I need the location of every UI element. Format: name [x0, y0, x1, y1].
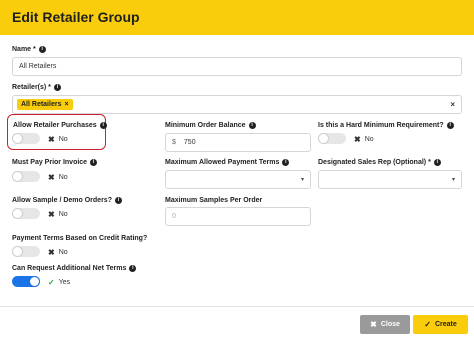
- highlight-box: [7, 114, 106, 150]
- dialog-header: Edit Retailer Group: [0, 0, 474, 35]
- x-icon: ✖: [354, 135, 361, 144]
- allow-sample-orders-state: ✖ No: [48, 210, 68, 219]
- dialog-title: Edit Retailer Group: [12, 9, 140, 25]
- name-input[interactable]: All Retailers: [12, 57, 462, 76]
- info-icon: i: [129, 265, 137, 272]
- payment-terms-credit-state: ✖ No: [48, 248, 68, 257]
- check-icon: ✓: [48, 278, 55, 287]
- hard-minimum-label: Is this a Hard Minimum Requirement? i: [318, 122, 454, 129]
- allow-retailer-purchases-toggle[interactable]: [12, 133, 40, 144]
- chevron-down-icon: ▾: [300, 177, 304, 183]
- footer-divider: [0, 306, 474, 307]
- create-button[interactable]: ✓ Create: [413, 315, 468, 334]
- retailers-label: Retailer(s) * i: [12, 84, 61, 91]
- additional-net-terms-label: Can Request Additional Net Terms i: [12, 265, 137, 272]
- x-icon: ✖: [48, 135, 55, 144]
- info-icon: i: [433, 159, 441, 166]
- must-pay-prior-invoice-toggle[interactable]: [12, 171, 40, 182]
- minimum-order-balance-input[interactable]: $ 750: [165, 133, 311, 152]
- payment-terms-credit-label: Payment Terms Based on Credit Rating?: [12, 235, 148, 242]
- additional-net-terms-state: ✓ Yes: [48, 278, 71, 287]
- max-samples-input[interactable]: 0: [165, 207, 311, 226]
- clear-selection-icon[interactable]: ×: [450, 100, 455, 109]
- must-pay-prior-invoice-state: ✖ No: [48, 173, 68, 182]
- allow-retailer-purchases-label: Allow Retailer Purchases i: [13, 122, 107, 129]
- additional-net-terms-toggle[interactable]: [12, 276, 40, 287]
- info-icon: i: [53, 84, 61, 91]
- name-label: Name * i: [12, 46, 46, 53]
- minimum-order-balance-label: Minimum Order Balance i: [165, 122, 256, 129]
- hard-minimum-toggle[interactable]: [318, 133, 346, 144]
- remove-tag-icon[interactable]: ×: [64, 101, 68, 108]
- max-samples-label: Maximum Samples Per Order: [165, 197, 263, 204]
- info-icon: i: [114, 197, 122, 204]
- info-icon: i: [99, 122, 107, 129]
- payment-terms-credit-toggle[interactable]: [12, 246, 40, 257]
- retailers-select[interactable]: All Retailers × ×: [12, 95, 462, 114]
- allow-sample-orders-toggle[interactable]: [12, 208, 40, 219]
- info-icon: i: [446, 122, 454, 129]
- currency-symbol: $: [172, 139, 176, 146]
- must-pay-prior-invoice-label: Must Pay Prior Invoice i: [12, 159, 98, 166]
- info-icon: i: [38, 46, 46, 53]
- x-icon: ✖: [48, 173, 55, 182]
- chevron-down-icon: ▾: [451, 177, 455, 183]
- allow-sample-orders-label: Allow Sample / Demo Orders? i: [12, 197, 122, 204]
- info-icon: i: [248, 122, 256, 129]
- sales-rep-select[interactable]: ▾: [318, 170, 462, 189]
- info-icon: i: [90, 159, 98, 166]
- close-button[interactable]: ✖ Close: [360, 315, 410, 334]
- hard-minimum-state: ✖ No: [354, 135, 374, 144]
- max-payment-terms-label: Maximum Allowed Payment Terms i: [165, 159, 290, 166]
- close-icon: ✖: [370, 320, 377, 329]
- x-icon: ✖: [48, 210, 55, 219]
- sales-rep-label: Designated Sales Rep (Optional) * i: [318, 159, 441, 166]
- max-payment-terms-select[interactable]: ▾: [165, 170, 311, 189]
- info-icon: i: [282, 159, 290, 166]
- retailer-tag: All Retailers ×: [17, 99, 73, 110]
- allow-retailer-purchases-state: ✖ No: [48, 135, 68, 144]
- x-icon: ✖: [48, 248, 55, 257]
- check-icon: ✓: [424, 320, 431, 329]
